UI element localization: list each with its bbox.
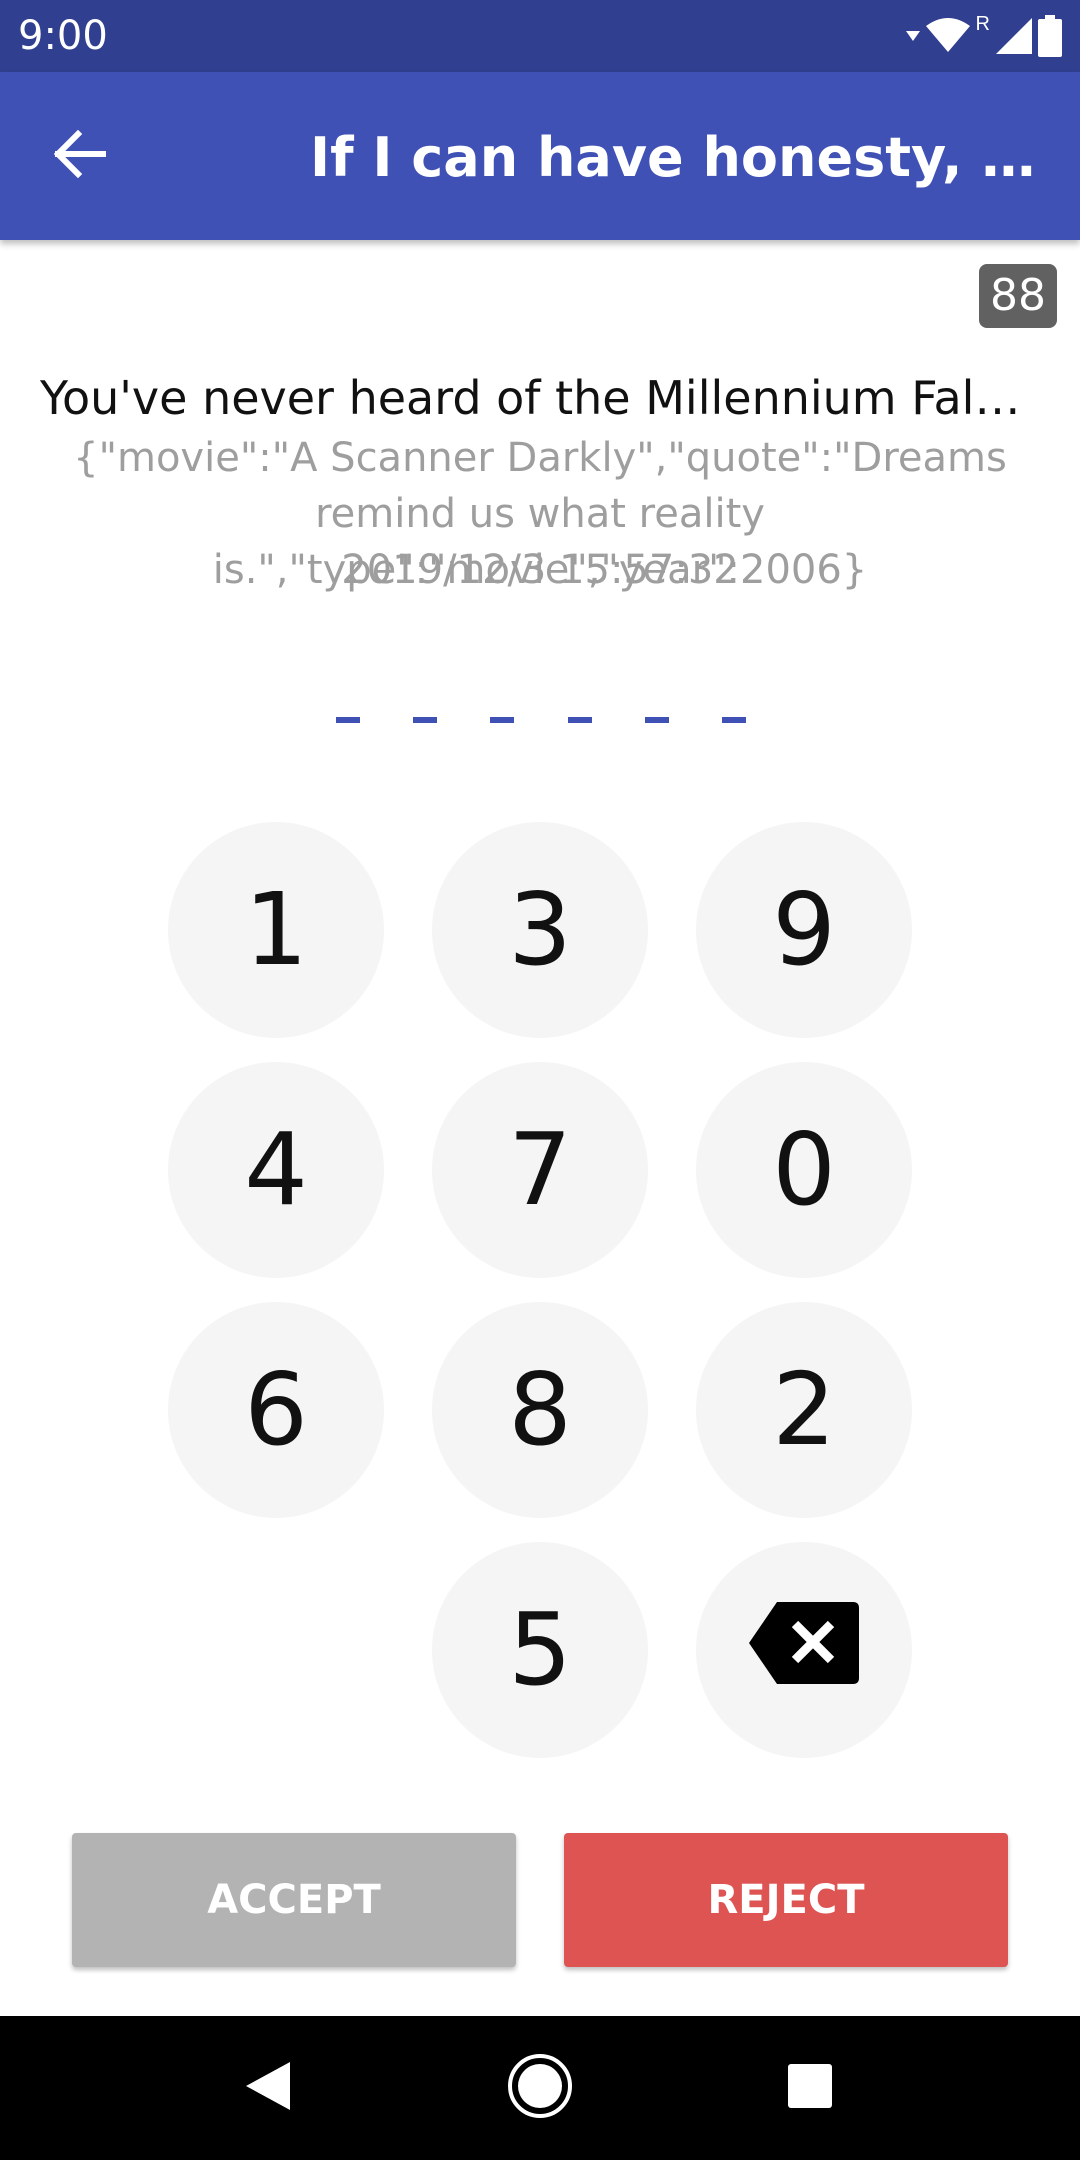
pin-dash bbox=[336, 717, 360, 723]
page-title: If I can have honesty, it's ea… bbox=[310, 126, 1050, 189]
key-5[interactable]: 5 bbox=[432, 1542, 648, 1758]
key-0[interactable]: 0 bbox=[696, 1062, 912, 1278]
signal-icon bbox=[996, 18, 1032, 54]
key-9[interactable]: 9 bbox=[696, 822, 912, 1038]
status-bar: 9:00 R bbox=[0, 0, 1080, 72]
roaming-label: R bbox=[975, 12, 990, 35]
back-triangle-icon bbox=[244, 2060, 292, 2117]
recents-square-icon bbox=[786, 2062, 834, 2115]
message-timestamp: 2019/12/3 15:57:32 bbox=[341, 547, 739, 593]
home-circle-icon bbox=[507, 2053, 573, 2124]
backspace-icon bbox=[749, 1542, 859, 1758]
pin-dash bbox=[644, 717, 669, 723]
pin-dash bbox=[490, 717, 515, 723]
wifi-icon bbox=[925, 18, 970, 54]
navigation-bar bbox=[0, 2016, 1080, 2160]
key-2[interactable]: 2 bbox=[696, 1302, 912, 1518]
data-activity-icon bbox=[905, 29, 920, 43]
reject-button[interactable]: REJECT bbox=[564, 1833, 1008, 1967]
message-title: You've never heard of the Millennium Fal… bbox=[40, 371, 1040, 425]
nav-recents-button[interactable] bbox=[778, 2056, 842, 2120]
status-time: 9:00 bbox=[18, 13, 108, 59]
battery-icon bbox=[1038, 15, 1062, 57]
accept-button[interactable]: ACCEPT bbox=[72, 1833, 516, 1967]
pin-indicator bbox=[336, 700, 746, 740]
backspace-button[interactable] bbox=[696, 1542, 912, 1758]
counter-badge: 88 bbox=[979, 264, 1057, 328]
app-bar: If I can have honesty, it's ea… bbox=[0, 72, 1080, 240]
pin-dash bbox=[567, 717, 592, 723]
arrow-back-icon bbox=[53, 129, 107, 183]
key-4[interactable]: 4 bbox=[168, 1062, 384, 1278]
key-7[interactable]: 7 bbox=[432, 1062, 648, 1278]
back-button[interactable] bbox=[40, 116, 120, 196]
pin-dash bbox=[721, 717, 746, 723]
nav-home-button[interactable] bbox=[508, 2053, 572, 2120]
key-6[interactable]: 6 bbox=[168, 1302, 384, 1518]
key-8[interactable]: 8 bbox=[432, 1302, 648, 1518]
key-3[interactable]: 3 bbox=[432, 822, 648, 1038]
pin-dash bbox=[413, 717, 438, 723]
key-1[interactable]: 1 bbox=[168, 822, 384, 1038]
status-icons: R bbox=[905, 12, 1062, 58]
nav-back-button[interactable] bbox=[236, 2056, 300, 2120]
